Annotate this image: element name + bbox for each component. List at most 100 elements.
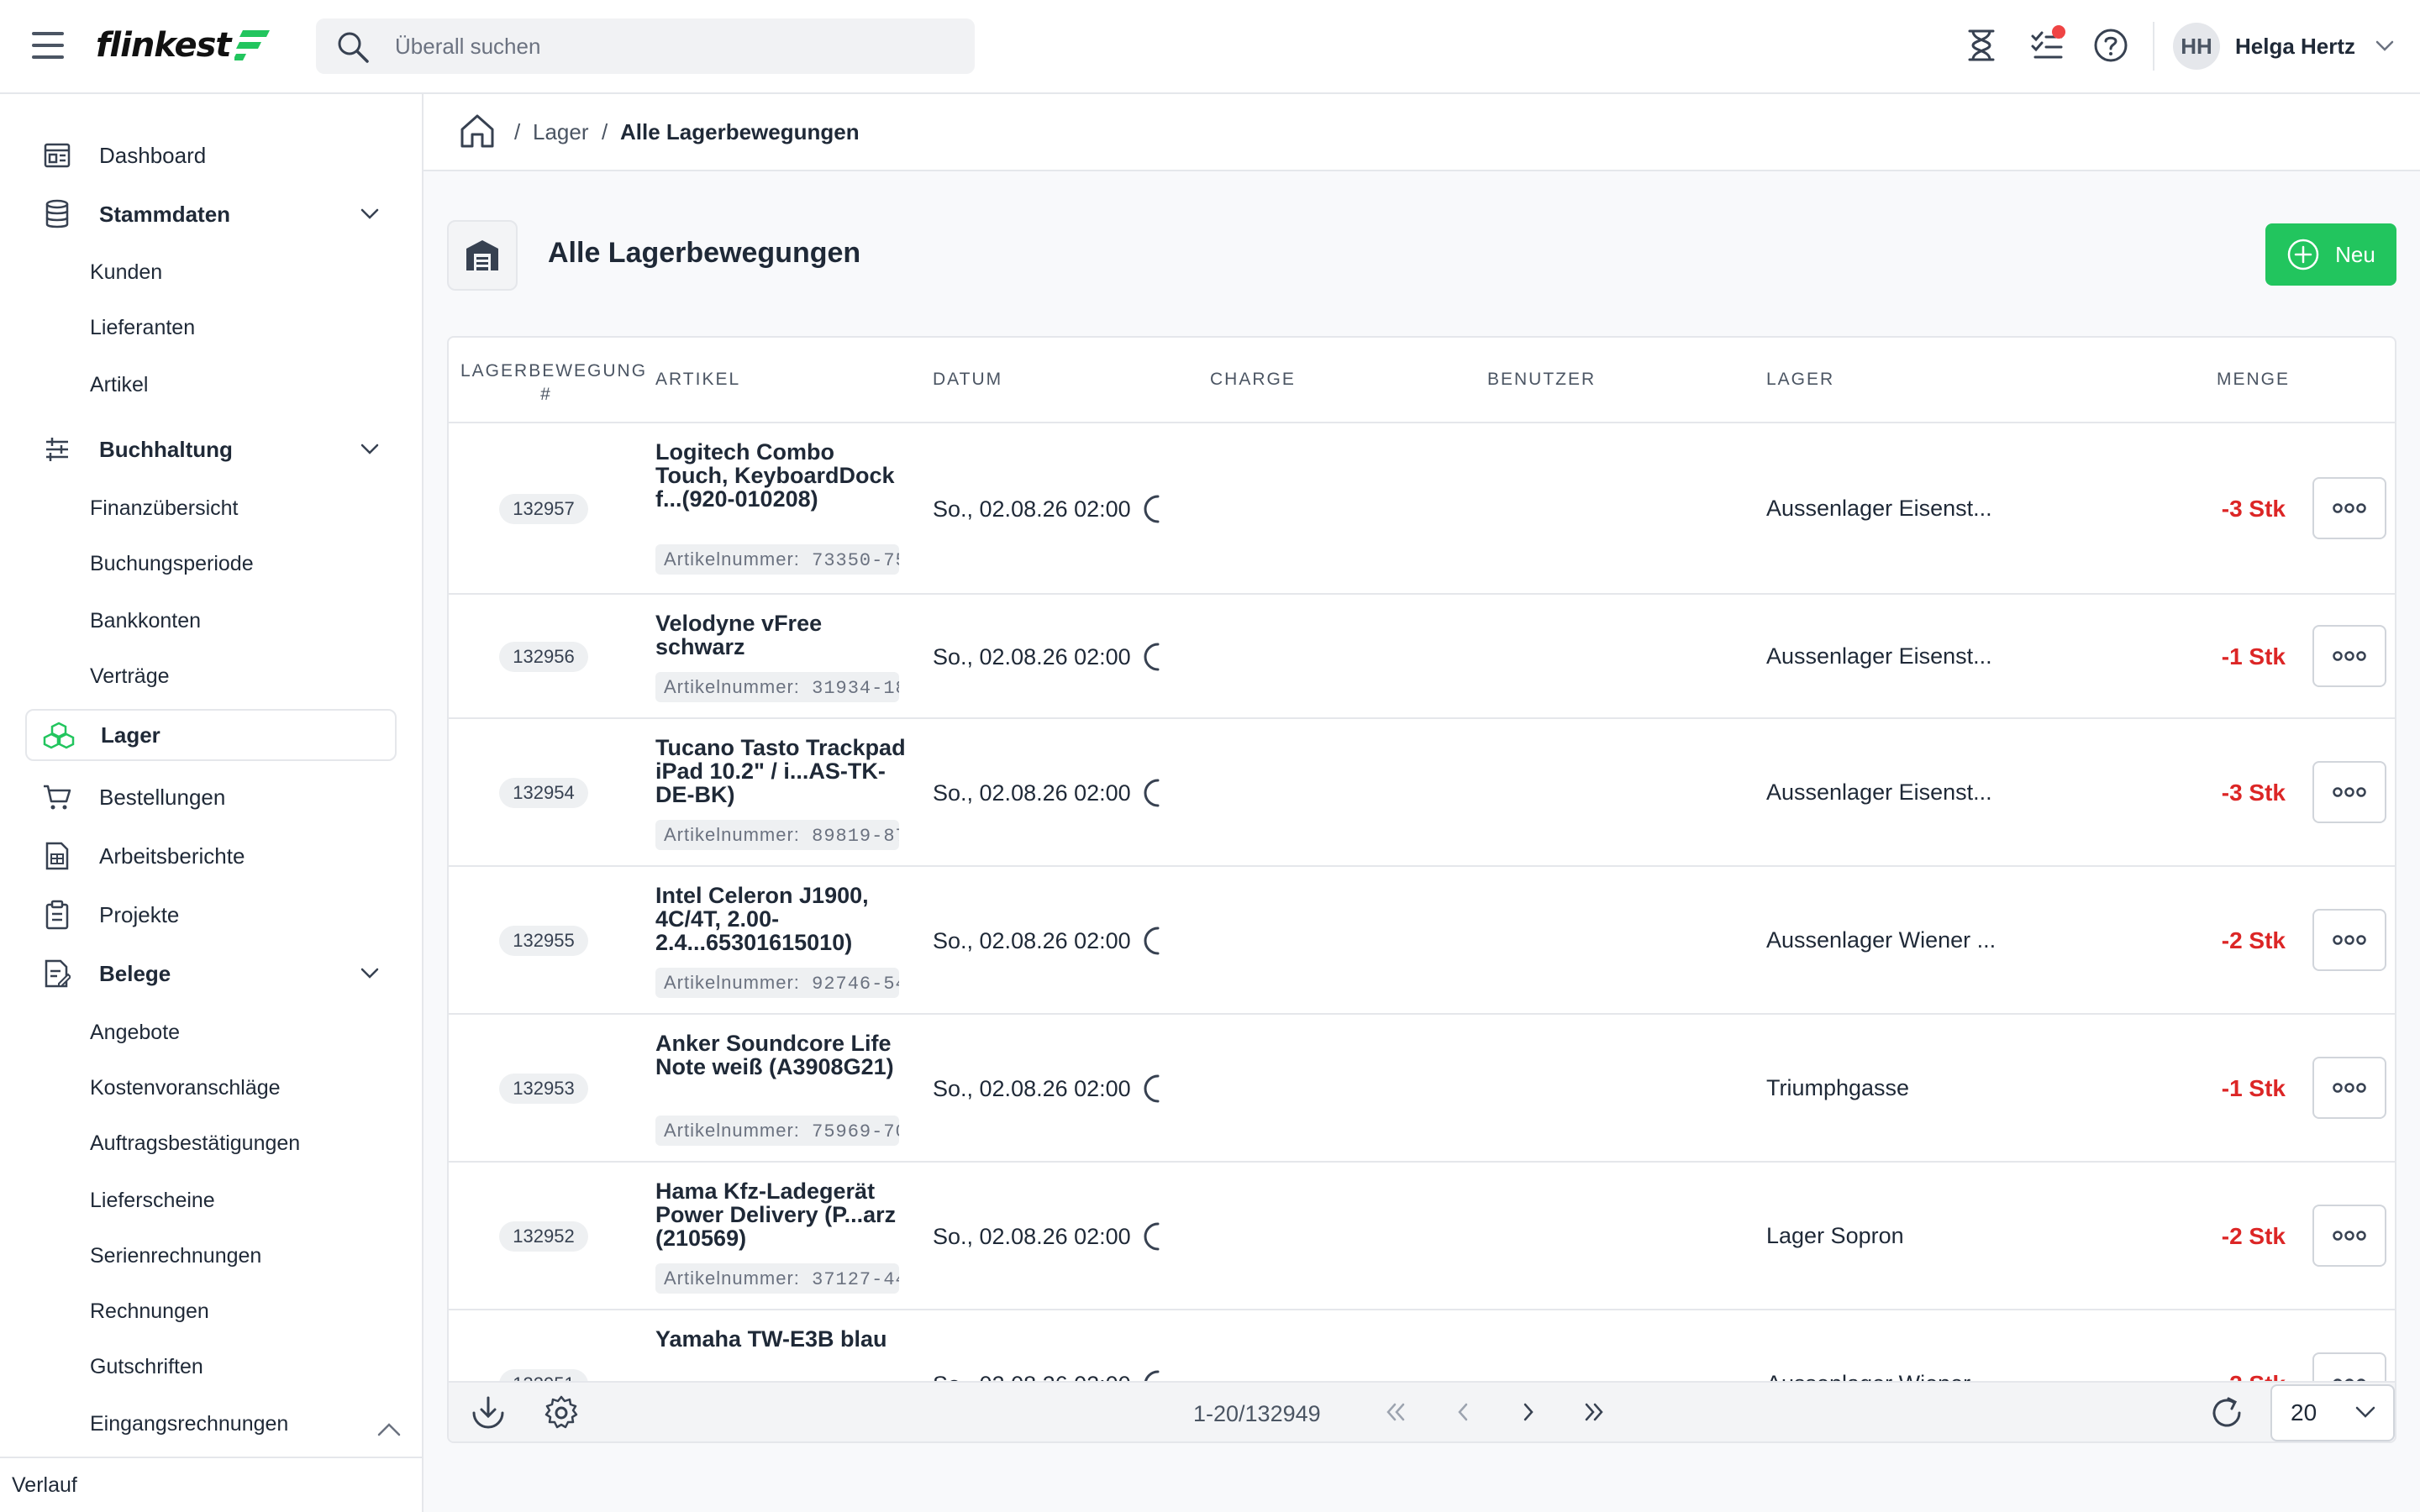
chevron-down-icon bbox=[2375, 40, 2394, 51]
sidebar-item-dashboard[interactable]: Dashboard bbox=[25, 129, 397, 181]
logo[interactable]: flinkest bbox=[96, 22, 271, 69]
sidebar-item-projekte[interactable]: Projekte bbox=[25, 889, 397, 941]
sidebar-subitem-kostenvoranschlaege[interactable]: Kostenvoranschläge bbox=[90, 1068, 281, 1107]
movement-id: 132956 bbox=[499, 642, 588, 672]
row-actions-button[interactable] bbox=[2312, 1352, 2386, 1381]
hourglass-icon[interactable] bbox=[1963, 27, 2000, 64]
new-button[interactable]: Neu bbox=[2265, 223, 2396, 286]
sidebar-item-label: Stammdaten bbox=[99, 201, 231, 227]
logo-mark-icon bbox=[234, 30, 270, 60]
sidebar-subitem-angebote[interactable]: Angebote bbox=[90, 1013, 180, 1052]
more-icon bbox=[2333, 787, 2366, 797]
loading-spinner-icon bbox=[1144, 779, 1160, 807]
table-row[interactable]: 132952 Hama Kfz-Ladegerät Power Delivery… bbox=[449, 1163, 2395, 1310]
sidebar-item-lager[interactable]: Lager bbox=[25, 709, 397, 761]
row-actions-button[interactable] bbox=[2312, 625, 2386, 687]
sidebar-subitem-auftragsbestaetigungen[interactable]: Auftragsbestätigungen bbox=[90, 1124, 300, 1163]
article-name[interactable]: Tucano Tasto Trackpad iPad 10.2" / i...A… bbox=[655, 736, 908, 806]
page-size-select[interactable]: 20 bbox=[2270, 1384, 2395, 1441]
article-name[interactable]: Yamaha TW-E3B blau bbox=[655, 1327, 908, 1351]
sidebar-item-belege[interactable]: Belege bbox=[25, 948, 397, 1000]
chevron-down-icon bbox=[360, 444, 379, 454]
sidebar-subitem-rechnungen[interactable]: Rechnungen bbox=[90, 1292, 209, 1331]
article-name[interactable]: Logitech Combo Touch, KeyboardDock f...(… bbox=[655, 440, 908, 511]
loading-spinner-icon bbox=[1144, 643, 1160, 671]
user-name: Helga Hertz bbox=[2235, 33, 2356, 59]
next-page-icon[interactable] bbox=[1516, 1399, 1541, 1425]
document-edit-icon bbox=[39, 955, 76, 992]
sidebar-subitem-lieferanten[interactable]: Lieferanten bbox=[90, 308, 195, 347]
sidebar-item-bestellungen[interactable]: Bestellungen bbox=[25, 771, 397, 823]
sidebar-item-buchhaltung[interactable]: Buchhaltung bbox=[25, 423, 397, 475]
sidebar-subitem-serienrechnungen[interactable]: Serienrechnungen bbox=[90, 1236, 261, 1275]
history-footer[interactable]: Verlauf bbox=[0, 1457, 422, 1512]
chevron-up-icon[interactable] bbox=[376, 1421, 402, 1438]
logo-text: flinkest bbox=[96, 26, 232, 65]
sidebar-subitem-vertraege[interactable]: Verträge bbox=[90, 657, 170, 696]
user-menu[interactable]: HH Helga Hertz bbox=[2173, 22, 2394, 71]
download-icon[interactable] bbox=[471, 1394, 506, 1430]
table-row[interactable]: 132956 Velodyne vFree schwarz Artikelnum… bbox=[449, 595, 2395, 719]
sidebar-subitem-artikel[interactable]: Artikel bbox=[90, 365, 148, 404]
task-list-icon[interactable] bbox=[2028, 25, 2065, 64]
database-icon bbox=[39, 196, 76, 233]
previous-page-icon[interactable] bbox=[1450, 1399, 1476, 1425]
movement-date: So., 02.08.26 02:00 bbox=[933, 1221, 1161, 1252]
sidebar-subitem-lieferscheine[interactable]: Lieferscheine bbox=[90, 1181, 215, 1220]
sidebar-subitem-gutschriften[interactable]: Gutschriften bbox=[90, 1347, 203, 1386]
breadcrumb-lager[interactable]: Lager bbox=[533, 119, 589, 145]
column-header-artikel[interactable]: Artikel bbox=[655, 370, 740, 390]
breadcrumb-separator: / bbox=[514, 119, 521, 144]
row-actions-button[interactable] bbox=[2312, 1205, 2386, 1267]
column-header-menge[interactable]: Menge bbox=[2217, 370, 2290, 390]
row-actions-button[interactable] bbox=[2312, 761, 2386, 823]
sidebar-item-label: Arbeitsberichte bbox=[99, 843, 245, 869]
table-row[interactable]: 132953 Anker Soundcore Life Note weiß (A… bbox=[449, 1015, 2395, 1163]
warehouse-name: Aussenlager Eisenst... bbox=[1766, 643, 1992, 669]
boxes-icon bbox=[40, 717, 77, 753]
search-input[interactable] bbox=[395, 18, 950, 74]
movement-id: 132952 bbox=[499, 1221, 588, 1252]
sidebar-subitem-bankkonten[interactable]: Bankkonten bbox=[90, 601, 201, 640]
row-actions-button[interactable] bbox=[2312, 909, 2386, 971]
article-name[interactable]: Hama Kfz-Ladegerät Power Delivery (P...a… bbox=[655, 1179, 908, 1250]
table-row[interactable]: 132951 Yamaha TW-E3B blau So., 02.08.26 … bbox=[449, 1310, 2395, 1381]
table-row[interactable]: 132954 Tucano Tasto Trackpad iPad 10.2" … bbox=[449, 719, 2395, 867]
row-actions-button[interactable] bbox=[2312, 1057, 2386, 1119]
sidebar-item-label: Lager bbox=[101, 722, 160, 748]
article-name[interactable]: Anker Soundcore Life Note weiß (A3908G21… bbox=[655, 1032, 908, 1079]
sidebar-subitem-buchungsperiode[interactable]: Buchungsperiode bbox=[90, 544, 254, 583]
settings-gear-icon[interactable] bbox=[543, 1394, 580, 1431]
last-page-icon[interactable] bbox=[1581, 1399, 1607, 1425]
sidebar-item-arbeitsberichte[interactable]: Arbeitsberichte bbox=[25, 830, 397, 882]
column-header-id[interactable]: Lagerbewegung # bbox=[460, 360, 645, 407]
article-name[interactable]: Velodyne vFree schwarz bbox=[655, 612, 908, 659]
first-page-icon[interactable] bbox=[1383, 1399, 1408, 1425]
column-header-benutzer[interactable]: Benutzer bbox=[1487, 370, 1596, 390]
menu-icon[interactable] bbox=[32, 32, 64, 59]
table-row[interactable]: 132957 Logitech Combo Touch, KeyboardDoc… bbox=[449, 423, 2395, 595]
avatar: HH bbox=[2173, 23, 2220, 70]
column-header-lager[interactable]: Lager bbox=[1766, 370, 1834, 390]
help-icon[interactable] bbox=[2092, 27, 2129, 64]
sidebar-subitem-eingangsrechnungen[interactable]: Eingangsrechnungen bbox=[90, 1404, 288, 1443]
search-box bbox=[316, 18, 975, 74]
column-header-datum[interactable]: Datum bbox=[933, 370, 1002, 390]
loading-spinner-icon bbox=[1144, 927, 1160, 955]
warehouse-name: Aussenlager Eisenst... bbox=[1766, 496, 1992, 521]
row-actions-button[interactable] bbox=[2312, 477, 2386, 539]
sidebar-item-stammdaten[interactable]: Stammdaten bbox=[25, 188, 397, 240]
column-header-charge[interactable]: Charge bbox=[1210, 370, 1296, 390]
sliders-icon bbox=[39, 431, 76, 468]
quantity: -3 Stk bbox=[2221, 780, 2286, 806]
article-name[interactable]: Intel Celeron J1900, 4C/4T, 2.00-2.4...6… bbox=[655, 884, 908, 954]
article-number: Artikelnummer: 37127-44 bbox=[655, 1263, 899, 1294]
sidebar-subitem-finanzuebersicht[interactable]: Finanzübersicht bbox=[90, 489, 238, 528]
home-icon[interactable] bbox=[459, 113, 496, 150]
article-number: Artikelnummer: 75969-70 bbox=[655, 1116, 899, 1146]
table-row[interactable]: 132955 Intel Celeron J1900, 4C/4T, 2.00-… bbox=[449, 867, 2395, 1015]
refresh-icon[interactable] bbox=[2208, 1394, 2245, 1431]
sidebar-subitem-kunden[interactable]: Kunden bbox=[90, 253, 162, 291]
sidebar-item-label: Dashboard bbox=[99, 142, 207, 168]
loading-spinner-icon bbox=[1144, 1074, 1160, 1103]
